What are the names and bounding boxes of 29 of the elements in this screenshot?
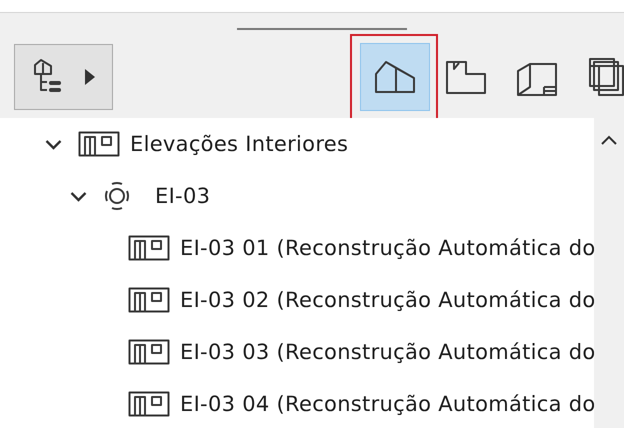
elevation-icon [128,235,170,261]
tree-label: EI-03 04 (Reconstrução Automática do [180,392,594,416]
elevation-icon [128,391,170,417]
marker-icon [103,181,131,211]
tree-label: EI-03 03 (Reconstrução Automática do [180,340,594,364]
tree-label: Elevações Interiores [130,132,348,156]
chevron-down-icon[interactable] [70,190,87,202]
stacked-pages-icon [587,57,624,97]
scrollbar[interactable] [594,118,624,428]
tree-row[interactable]: EI-03 04 (Reconstrução Automática do [0,378,594,428]
house-icon [374,60,416,94]
tree-row[interactable]: Elevações Interiores [0,118,594,170]
chevron-down-icon[interactable] [45,138,62,150]
tree-row[interactable]: EI-03 01 (Reconstrução Automática do [0,222,594,274]
tree-label: EI-03 [155,184,210,208]
l-shape-icon [445,59,487,95]
elevation-icon [128,287,170,313]
navigator-button[interactable] [14,44,113,110]
view-button[interactable] [360,43,430,111]
tree-row[interactable]: EI-03 [0,170,594,222]
tree-label: EI-03 01 (Reconstrução Automática do [180,236,594,260]
tree-row[interactable]: EI-03 02 (Reconstrução Automática do [0,274,594,326]
caret-right-icon [84,69,94,85]
elevation-icon [128,339,170,365]
tree-label: EI-03 02 (Reconstrução Automática do [180,288,594,312]
scroll-up-icon[interactable] [601,135,617,145]
drag-handle[interactable] [237,28,407,30]
tree-row[interactable]: EI-03 03 (Reconstrução Automática do [0,326,594,378]
elevation-icon [78,131,120,157]
